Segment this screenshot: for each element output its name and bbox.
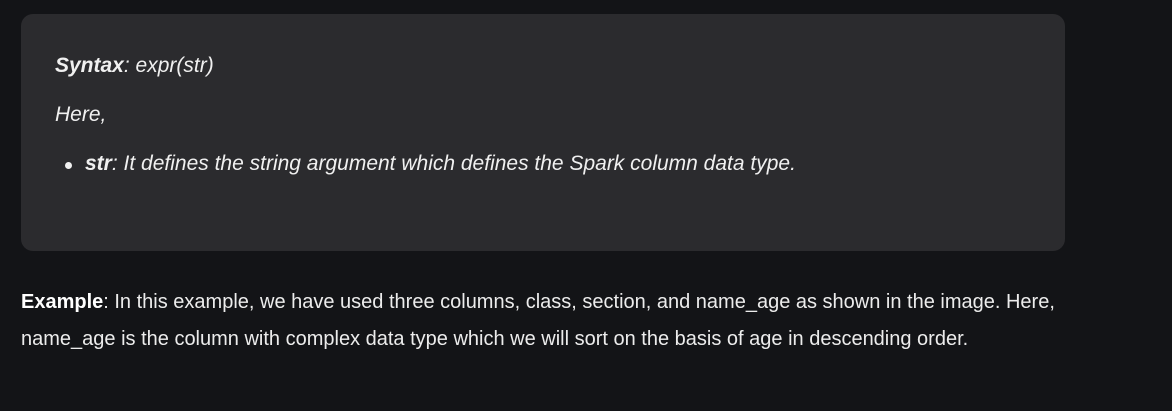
syntax-label: Syntax (55, 54, 124, 77)
parameter-list: str: It defines the string argument whic… (55, 152, 796, 176)
example-paragraph: Example: In this example, we have used t… (21, 284, 1061, 358)
example-label: Example (21, 291, 104, 313)
bullet-dot-icon (65, 162, 72, 169)
parameter-description: : It defines the string argument which d… (111, 152, 796, 175)
parameter-item: str: It defines the string argument whic… (55, 152, 796, 176)
syntax-value: : expr(str) (123, 54, 214, 77)
example-text: : In this example, we have used three co… (21, 291, 1055, 350)
syntax-box: Syntax: expr(str) Here, str: It defines … (21, 14, 1065, 251)
parameter-name: str (85, 152, 112, 175)
article-page: Syntax: expr(str) Here, str: It defines … (0, 0, 1172, 411)
syntax-line: Syntax: expr(str) (55, 54, 214, 78)
here-text: Here, (55, 103, 107, 126)
